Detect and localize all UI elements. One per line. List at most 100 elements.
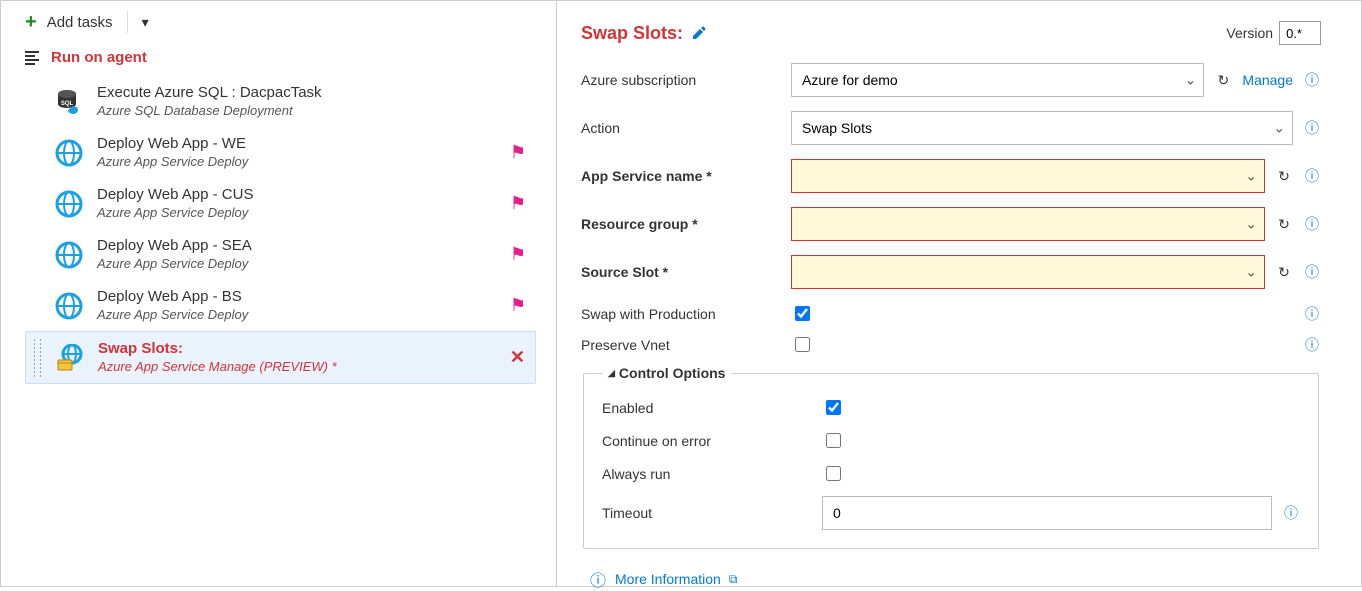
continue-checkbox[interactable] (826, 433, 841, 448)
manage-link[interactable]: Manage (1242, 72, 1293, 88)
task-title: Deploy Web App - WE (97, 135, 496, 154)
enabled-checkbox[interactable] (826, 400, 841, 415)
task-subtitle: Azure App Service Manage (PREVIEW) * (98, 359, 496, 375)
divider (127, 11, 128, 33)
info-icon[interactable]: ⓘ (1303, 262, 1321, 282)
label-resource-group: Resource group * (581, 216, 791, 232)
run-on-agent-row[interactable]: Run on agent (1, 45, 556, 76)
flag-icon: ⚑ (510, 295, 526, 316)
more-info-text: More Information (615, 571, 721, 587)
task-title: Deploy Web App - SEA (97, 237, 496, 256)
row-timeout: Timeout ⓘ (602, 496, 1300, 530)
refresh-button[interactable]: ↻ (1275, 168, 1293, 185)
row-source-slot: Source Slot * ⌄ ↻ ⓘ (581, 255, 1321, 289)
task-row[interactable]: Deploy Web App - BS Azure App Service De… (25, 280, 536, 331)
task-row-selected[interactable]: Swap Slots: Azure App Service Manage (PR… (25, 331, 536, 384)
label-app-service: App Service name * (581, 168, 791, 184)
add-tasks-button[interactable]: + Add tasks (25, 12, 113, 32)
version-select[interactable]: 0.* (1279, 21, 1321, 45)
task-text: Deploy Web App - BS Azure App Service De… (97, 288, 496, 323)
plus-icon: + (25, 12, 37, 32)
tasks-panel: + Add tasks ▾ Run on agent SQL Execute (1, 1, 557, 586)
label-action: Action (581, 120, 791, 136)
info-icon[interactable]: ⓘ (1303, 166, 1321, 186)
add-tasks-dropdown[interactable]: ▾ (142, 14, 149, 31)
info-icon[interactable]: ⓘ (1303, 335, 1321, 355)
refresh-button[interactable]: ↻ (1214, 72, 1232, 89)
info-icon[interactable]: ⓘ (1282, 503, 1300, 523)
action-select[interactable] (791, 111, 1293, 145)
edit-title-button[interactable] (691, 25, 707, 41)
info-icon: ⓘ (589, 567, 607, 591)
agent-icon (25, 51, 39, 65)
label-subscription: Azure subscription (581, 72, 791, 88)
label-source-slot: Source Slot * (581, 264, 791, 280)
flag-icon: ⚑ (510, 193, 526, 214)
swap-production-checkbox[interactable] (795, 306, 810, 321)
version-label: Version (1226, 25, 1273, 41)
remove-task-button[interactable]: ✕ (510, 347, 525, 368)
task-text: Execute Azure SQL : DacpacTask Azure SQL… (97, 84, 526, 119)
details-title: Swap Slots: (581, 23, 707, 44)
task-list: SQL Execute Azure SQL : DacpacTask Azure… (1, 76, 556, 384)
task-title: Deploy Web App - CUS (97, 186, 496, 205)
row-action: Action ⌄ ⓘ (581, 111, 1321, 145)
details-panel: Swap Slots: Version 0.* ▼ Azure subscrip… (557, 1, 1361, 586)
task-subtitle: Azure App Service Deploy (97, 256, 496, 272)
info-icon[interactable]: ⓘ (1303, 70, 1321, 90)
task-row[interactable]: Deploy Web App - WE Azure App Service De… (25, 127, 536, 178)
row-swap-production: Swap with Production ⓘ (581, 303, 1321, 324)
control-options-group: ◢Control Options Enabled Continue on err… (583, 365, 1319, 549)
task-text: Deploy Web App - CUS Azure App Service D… (97, 186, 496, 221)
task-title: Execute Azure SQL : DacpacTask (97, 84, 526, 103)
info-icon[interactable]: ⓘ (1303, 118, 1321, 138)
details-title-text: Swap Slots: (581, 23, 683, 44)
label-swap-production: Swap with Production (581, 306, 791, 322)
task-title: Swap Slots: (98, 340, 496, 359)
more-information-link[interactable]: ⓘ More Information ⧉ (581, 567, 1321, 591)
flag-icon: ⚑ (510, 244, 526, 265)
row-resource-group: Resource group * ⌄ ↻ ⓘ (581, 207, 1321, 241)
details-header: Swap Slots: Version 0.* ▼ (581, 21, 1321, 45)
drag-handle-icon[interactable] (30, 338, 44, 377)
task-text: Deploy Web App - WE Azure App Service De… (97, 135, 496, 170)
row-enabled: Enabled (602, 397, 1300, 418)
app-service-select[interactable] (791, 159, 1265, 193)
subscription-select[interactable] (791, 63, 1204, 97)
collapse-icon: ◢ (608, 368, 615, 379)
info-icon[interactable]: ⓘ (1303, 214, 1321, 234)
always-run-checkbox[interactable] (826, 466, 841, 481)
sql-database-icon: SQL (55, 88, 83, 116)
toolbar: + Add tasks ▾ (1, 11, 556, 45)
task-row[interactable]: Deploy Web App - CUS Azure App Service D… (25, 178, 536, 229)
refresh-button[interactable]: ↻ (1275, 216, 1293, 233)
task-row[interactable]: SQL Execute Azure SQL : DacpacTask Azure… (25, 76, 536, 127)
agent-label: Run on agent (51, 49, 147, 66)
external-link-icon: ⧉ (729, 572, 738, 587)
label-preserve-vnet: Preserve Vnet (581, 337, 791, 353)
add-tasks-label: Add tasks (47, 14, 113, 31)
version-selector: Version 0.* ▼ (1226, 21, 1321, 45)
info-icon[interactable]: ⓘ (1303, 304, 1321, 324)
row-preserve-vnet: Preserve Vnet ⓘ (581, 334, 1321, 355)
source-slot-select[interactable] (791, 255, 1265, 289)
app-service-manage-icon (56, 344, 84, 372)
task-row[interactable]: Deploy Web App - SEA Azure App Service D… (25, 229, 536, 280)
globe-icon (55, 292, 83, 320)
label-timeout: Timeout (602, 505, 822, 521)
task-subtitle: Azure App Service Deploy (97, 307, 496, 323)
task-text: Deploy Web App - SEA Azure App Service D… (97, 237, 496, 272)
label-enabled: Enabled (602, 400, 822, 416)
row-continue-on-error: Continue on error (602, 430, 1300, 451)
control-options-legend[interactable]: ◢Control Options (602, 365, 731, 381)
resource-group-select[interactable] (791, 207, 1265, 241)
task-subtitle: Azure App Service Deploy (97, 205, 496, 221)
row-always-run: Always run (602, 463, 1300, 484)
label-always: Always run (602, 466, 822, 482)
preserve-vnet-checkbox[interactable] (795, 337, 810, 352)
row-app-service: App Service name * ⌄ ↻ ⓘ (581, 159, 1321, 193)
timeout-input[interactable] (822, 496, 1272, 530)
globe-icon (55, 241, 83, 269)
row-subscription: Azure subscription ⌄ ↻ Manage ⓘ (581, 63, 1321, 97)
refresh-button[interactable]: ↻ (1275, 264, 1293, 281)
